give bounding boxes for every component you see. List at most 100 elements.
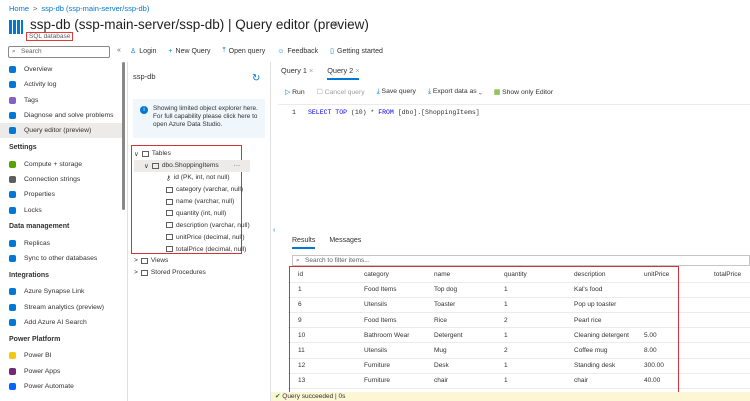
sidebar-item-activity-log[interactable]: Activity log (0, 77, 122, 92)
results-tabs: Results Messages (292, 237, 361, 249)
refresh-icon[interactable]: ↻ (252, 73, 260, 84)
chevron-down-icon: ⌄ (478, 88, 482, 95)
sidebar-item-sync-to-other-databases[interactable]: Sync to other databases (0, 251, 122, 266)
chevron-right-icon[interactable]: > (134, 257, 138, 264)
cancel-query-button[interactable]: ☐ Cancel query (317, 88, 365, 96)
nav-item-icon (9, 175, 16, 183)
keyword: SELECT TOP (308, 109, 348, 116)
chevron-right-icon[interactable]: > (134, 269, 138, 276)
tree-node[interactable]: ∨ Tables (134, 148, 250, 160)
table-icon (151, 162, 159, 169)
sql-database-icon (9, 20, 23, 34)
nav-section-heading: Data management (9, 223, 70, 231)
tab-results[interactable]: Results (292, 237, 316, 249)
tree-node[interactable]: quantity (int, null) (134, 207, 250, 219)
tree-node[interactable]: ∨ dbo.ShoppingItems ··· (134, 159, 250, 172)
tree-node-label: name (varchar, null) (176, 198, 235, 205)
export-label: Export data as (432, 88, 477, 95)
sidebar-item-add-azure-ai-search[interactable]: Add Azure AI Search (0, 315, 122, 330)
tab-query-2[interactable]: Query 2 × (327, 66, 360, 80)
chevron-down-icon[interactable]: ∨ (134, 150, 139, 158)
grid-icon: ▦ (493, 89, 501, 96)
breadcrumb-separator: > (33, 4, 38, 13)
nav-item-icon (9, 255, 16, 263)
sidebar-item-properties[interactable]: Properties (0, 187, 122, 202)
sidebar-item-label: Diagnose and solve problems (24, 112, 114, 120)
nav-item-icon (9, 367, 16, 375)
export-data-dropdown[interactable]: ⤓ Export data as ⌄ (428, 88, 482, 96)
close-icon[interactable]: × (309, 66, 313, 75)
tree-node[interactable]: description (varchar, null) (134, 219, 250, 231)
sidebar-item-power-apps[interactable]: Power Apps (0, 363, 122, 378)
favorite-star-icon[interactable]: ☆ (332, 19, 340, 30)
more-options-icon[interactable]: ··· (348, 19, 357, 29)
tree-node[interactable]: unitPrice (decimal, null) (134, 231, 250, 243)
sidebar-item-locks[interactable]: Locks (0, 202, 122, 217)
sidebar-item-replicas[interactable]: Replicas (0, 236, 122, 251)
collapse-sidebar-icon[interactable]: « (117, 47, 121, 54)
sidebar-item-label: Power Apps (24, 367, 61, 375)
sidebar-item-power-automate[interactable]: Power Automate (0, 379, 122, 394)
nav-item-icon (9, 239, 16, 247)
chevron-down-icon[interactable]: ∨ (144, 162, 149, 170)
column-icon (166, 246, 173, 253)
sidebar-item-label: Stream analytics (preview) (24, 303, 105, 311)
table-cell (704, 373, 750, 390)
info-icon: i (140, 106, 148, 114)
more-options-icon[interactable]: ··· (234, 162, 241, 169)
sidebar-item-label: Tags (24, 96, 39, 104)
sidebar-scrollbar[interactable] (122, 62, 125, 210)
divider[interactable] (270, 62, 271, 401)
sidebar-item-overview[interactable]: Overview (0, 62, 122, 77)
sidebar-search-input[interactable]: Search (8, 46, 110, 58)
sidebar-item-diagnose-and-solve-problems[interactable]: Diagnose and solve problems (0, 108, 122, 123)
command-login[interactable]: ♙ Login (130, 47, 156, 56)
tree-node-label: unitPrice (decimal, null) (176, 233, 245, 241)
sidebar-item-power-bi[interactable]: Power BI (0, 348, 122, 363)
tree-node[interactable]: category (varchar, null) (134, 184, 250, 196)
nav-item-icon (9, 288, 16, 296)
tree-node[interactable]: > Views (134, 255, 250, 267)
breadcrumb-db[interactable]: ssp-db (ssp-main-server/ssp-db) (41, 4, 149, 13)
resource-type: SQL database (26, 32, 74, 41)
tab-messages[interactable]: Messages (329, 237, 361, 249)
sidebar-item-connection-strings[interactable]: Connection strings (0, 172, 122, 187)
keyword: FROM (378, 109, 394, 116)
run-button[interactable]: ▷ Run (285, 88, 305, 96)
page-title: ssp-db (ssp-main-server/ssp-db) | Query … (30, 17, 369, 32)
command-label: New Query (175, 47, 211, 55)
sidebar-item-query-editor-preview-[interactable]: Query editor (preview) (0, 123, 122, 139)
command-open-query[interactable]: ⤒ Open query (223, 47, 266, 55)
success-icon: ✔ (275, 393, 281, 400)
show-only-editor-button[interactable]: ▦ Show only Editor (494, 88, 553, 96)
nav-item-icon (9, 160, 16, 168)
tree-node-label: totalPrice (decimal, null) (176, 245, 247, 253)
close-icon[interactable]: × (355, 66, 359, 75)
column-header-totalPrice[interactable]: totalPrice (704, 267, 750, 283)
tab-query-1[interactable]: Query 1 × (281, 66, 313, 80)
tree-node[interactable]: name (varchar, null) (134, 196, 250, 208)
command-getting-started[interactable]: ▯ Getting started (330, 47, 383, 56)
command-feedback[interactable]: ☺ Feedback (277, 47, 318, 55)
sql-editor[interactable]: 1 SELECT TOP (10) * FROM [dbo].[Shopping… (278, 104, 750, 226)
filter-input[interactable]: Search to filter items... (292, 255, 750, 266)
tree-node[interactable]: ⚷ id (PK, int, not null) (134, 172, 250, 184)
download-icon: ⤓ (376, 88, 380, 95)
sidebar-item-tags[interactable]: Tags (0, 93, 122, 108)
sidebar-item-stream-analytics-preview-[interactable]: Stream analytics (preview) (0, 300, 122, 315)
breadcrumb-home[interactable]: Home (9, 4, 29, 13)
table-cell (704, 297, 750, 314)
tree-node[interactable]: > Stored Procedures (134, 267, 250, 279)
column-icon (166, 186, 173, 193)
tree-node[interactable]: totalPrice (decimal, null) (134, 243, 250, 255)
command-new-query[interactable]: + New Query (168, 47, 210, 55)
collapse-panel-icon[interactable]: ‹ (273, 227, 275, 234)
table-cell (704, 327, 750, 344)
sidebar-nav: Overview Activity log Tags Diagnose and sol… (0, 62, 122, 394)
save-query-button[interactable]: ⤓ Save query (377, 88, 416, 96)
book-icon: ▯ (330, 48, 334, 55)
sidebar-item-azure-synapse-link[interactable]: Azure Synapse Link (0, 284, 122, 299)
sidebar-item-label: Connection strings (24, 175, 81, 183)
sidebar-item-compute-storage[interactable]: Compute + storage (0, 156, 122, 171)
info-banner[interactable]: i Showing limited object explorer here. F… (133, 99, 265, 138)
